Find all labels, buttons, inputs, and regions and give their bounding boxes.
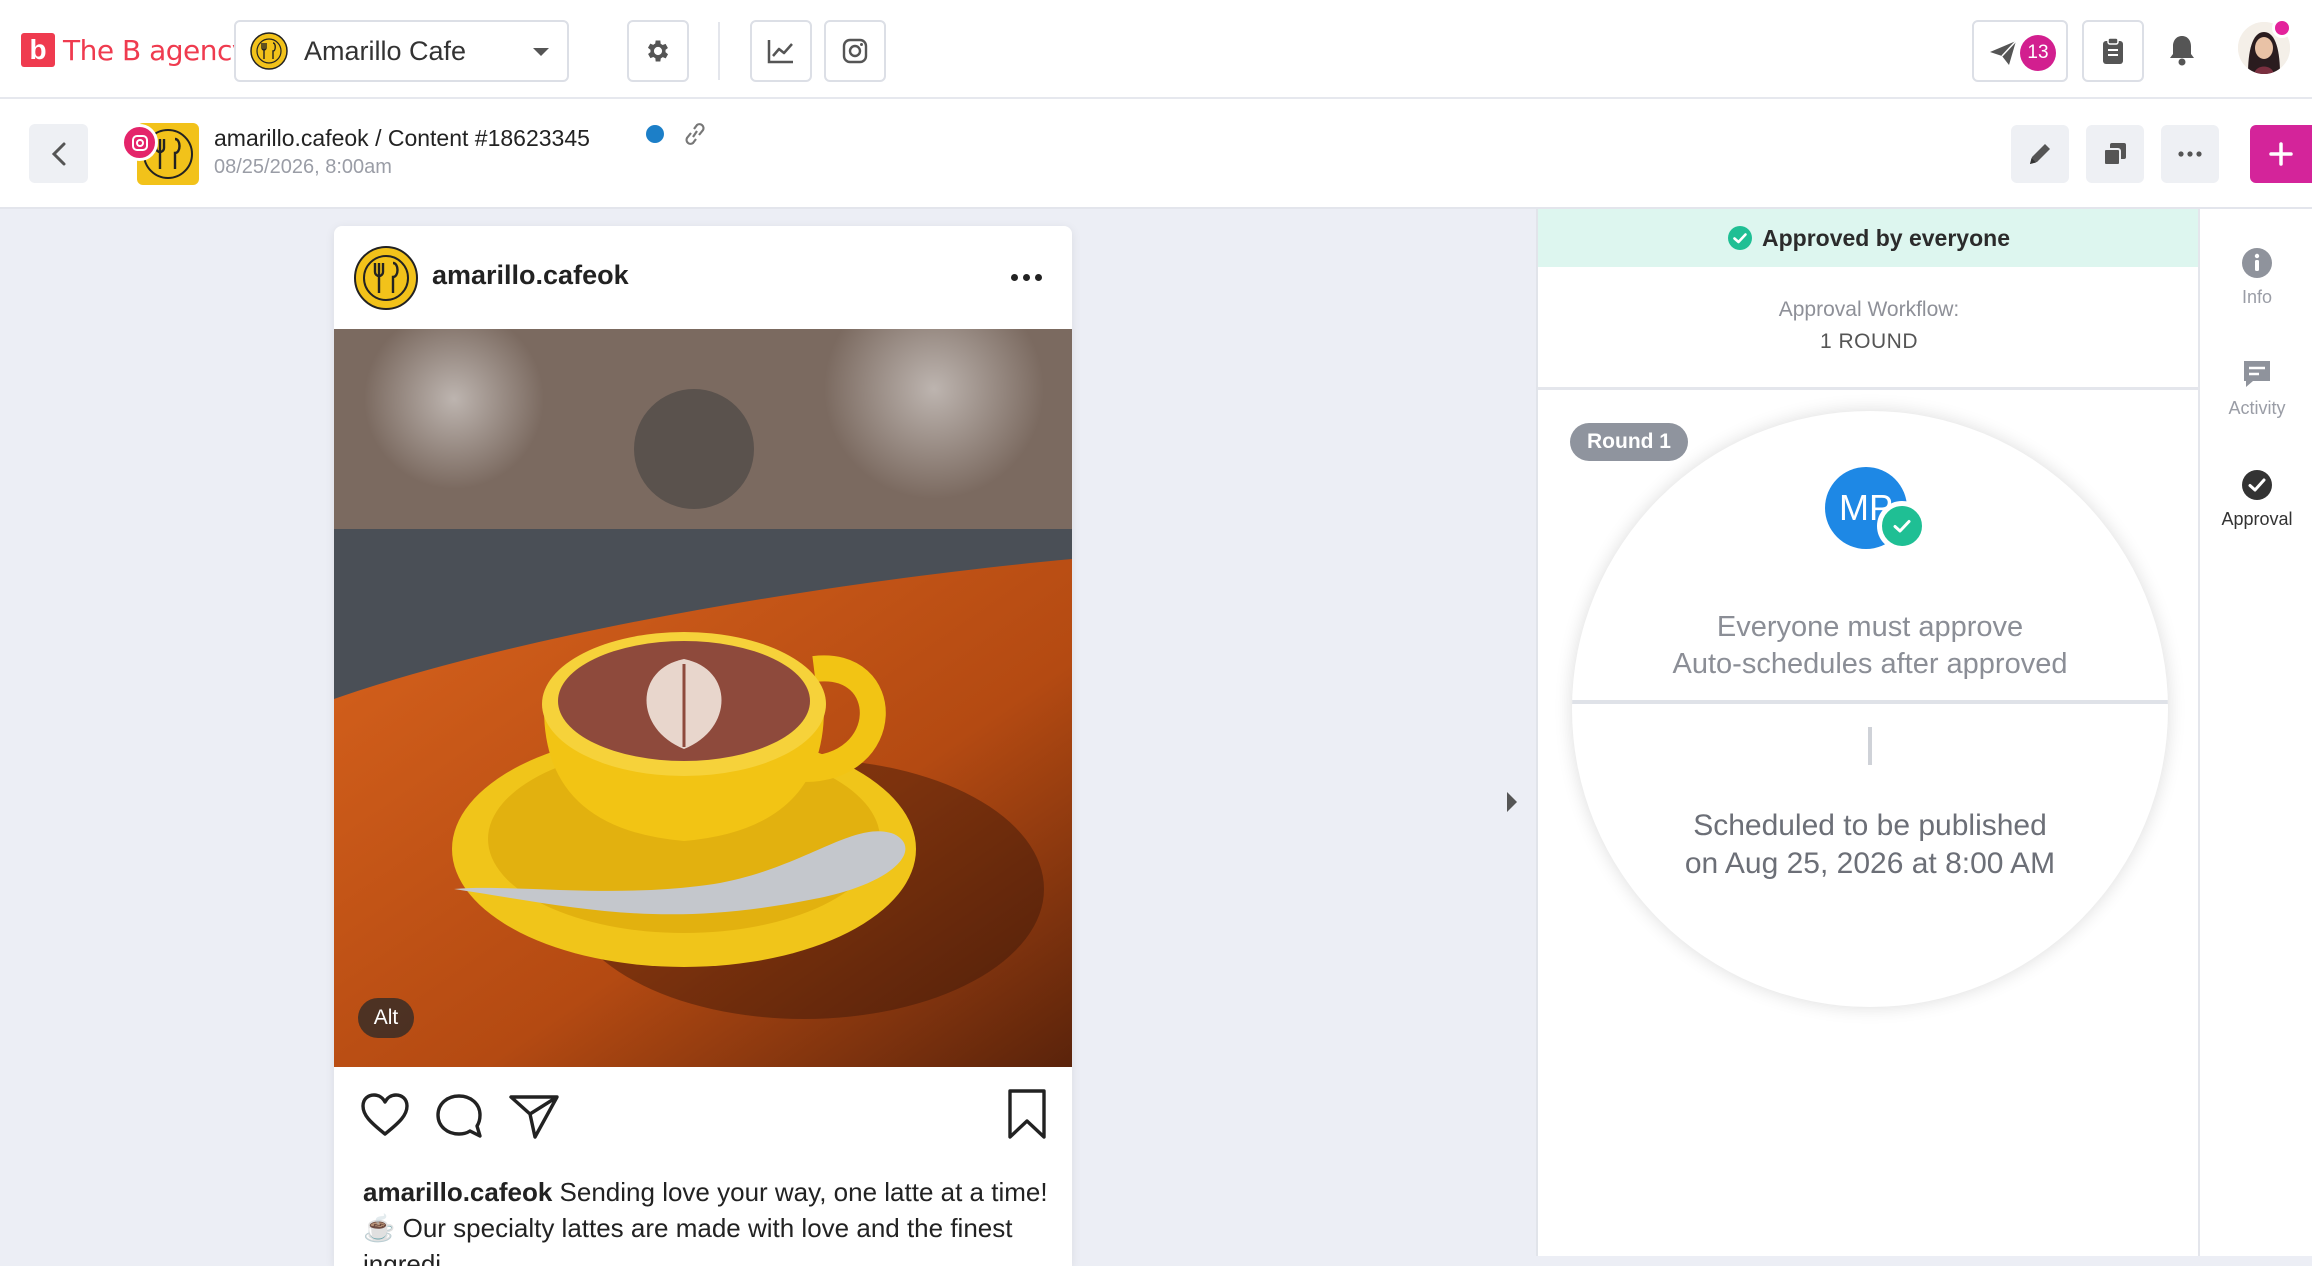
instagram-badge-icon	[121, 124, 158, 161]
logo-mark: b	[21, 33, 55, 67]
rail-label-info: Info	[2241, 287, 2273, 307]
bell-icon[interactable]	[2168, 34, 2196, 66]
approved-check-icon	[1877, 501, 1927, 551]
instagram-icon	[842, 38, 868, 64]
back-button[interactable]	[29, 124, 88, 183]
post-caption: amarillo.cafeok Sending love your way, o…	[363, 1174, 1053, 1266]
edit-button[interactable]	[2011, 125, 2069, 183]
cafe-logo-icon	[354, 246, 418, 310]
duplicate-button[interactable]	[2086, 125, 2144, 183]
heart-icon[interactable]	[360, 1092, 410, 1138]
post-username: amarillo.cafeok	[432, 260, 629, 290]
workflow-label: Approval Workflow:	[1778, 298, 1960, 321]
more-options-button[interactable]	[2161, 125, 2219, 183]
online-status-dot	[2272, 18, 2292, 38]
caret-right-icon[interactable]	[1505, 790, 1519, 814]
right-rail: Info Activity Approval	[2198, 209, 2312, 1256]
gear-icon	[647, 40, 669, 62]
paper-plane-icon	[1990, 40, 2017, 65]
ellipsis-icon	[2178, 151, 2202, 157]
clipboard-button[interactable]	[2082, 20, 2144, 82]
approval-panel: Approved by everyone Approval Workflow: …	[1536, 209, 2198, 1256]
rail-item-info[interactable]: Info	[2200, 247, 2312, 308]
panel-divider	[1538, 387, 2198, 390]
round-divider	[1572, 700, 2168, 704]
round-badge: Round 1	[1570, 423, 1688, 461]
pencil-icon	[2030, 144, 2050, 164]
auto-schedule-rule: Auto-schedules after approved	[1672, 648, 2068, 680]
content-date: 08/25/2026, 8:00am	[214, 156, 392, 178]
comment-icon[interactable]	[434, 1092, 484, 1140]
approval-status-banner: Approved by everyone	[1538, 209, 2198, 267]
share-icon[interactable]	[508, 1092, 560, 1140]
duplicate-icon	[2103, 143, 2126, 166]
check-circle-icon	[1728, 226, 1753, 250]
brand-name: Amarillo Cafe	[304, 35, 467, 66]
approval-rule: Everyone must approve	[1716, 611, 2024, 643]
round-detail-zoom: MP Everyone must approve Auto-schedules …	[1572, 411, 2168, 1007]
chevron-down-icon	[533, 48, 549, 56]
queue-count-badge: 13	[2020, 35, 2056, 71]
content-header: amarillo.cafeok / Content #18623345 08/2…	[0, 99, 2312, 209]
alt-text-badge[interactable]: Alt	[358, 998, 414, 1038]
post-actions	[360, 1089, 1050, 1148]
workflow-rounds: 1 ROUND	[1819, 330, 1918, 353]
rail-item-activity[interactable]: Activity	[2200, 358, 2312, 419]
approval-status-text: Approved by everyone	[1762, 224, 2010, 251]
chevron-left-icon	[51, 142, 65, 165]
rail-item-approval[interactable]: Approval	[2200, 469, 2312, 530]
clipboard-icon	[2103, 37, 2123, 64]
post-image: Alt	[334, 329, 1072, 1067]
rail-label-approval: Approval	[2221, 509, 2293, 529]
instagram-post-preview: amarillo.cafeok Alt amarillo.cafeok Send…	[334, 226, 1072, 1266]
add-button[interactable]	[2250, 125, 2312, 183]
link-icon[interactable]	[680, 121, 710, 147]
status-indicator	[646, 125, 664, 143]
approval-icon	[2242, 470, 2272, 500]
content-title: amarillo.cafeok / Content #18623345	[214, 125, 590, 151]
caption-username: amarillo.cafeok	[363, 1177, 553, 1207]
logo-text: The B agency	[63, 33, 248, 67]
cafe-logo-icon	[250, 32, 288, 70]
settings-button[interactable]	[627, 20, 689, 82]
info-icon	[2242, 248, 2272, 278]
timeline-connector	[1868, 727, 1872, 765]
top-bar: b The B agency Amarillo Cafe 13	[0, 0, 2312, 99]
plus-icon	[2269, 142, 2293, 166]
line-chart-icon	[767, 40, 793, 64]
brand-selector[interactable]: Amarillo Cafe	[234, 20, 569, 82]
publishing-queue-button[interactable]: 13	[1972, 20, 2068, 82]
toolbar-divider	[718, 22, 720, 80]
analytics-button[interactable]	[750, 20, 812, 82]
rail-label-activity: Activity	[2228, 398, 2286, 418]
post-more-icon[interactable]	[1011, 274, 1042, 281]
agency-logo[interactable]: b The B agency	[21, 30, 248, 70]
latte-photo	[334, 329, 1072, 1067]
activity-icon	[2244, 361, 2270, 387]
instagram-button[interactable]	[824, 20, 886, 82]
bookmark-icon[interactable]	[1005, 1088, 1049, 1140]
schedule-text: Scheduled to be published	[1693, 809, 2047, 842]
schedule-date: on Aug 25, 2026 at 8:00 AM	[1684, 847, 2056, 880]
